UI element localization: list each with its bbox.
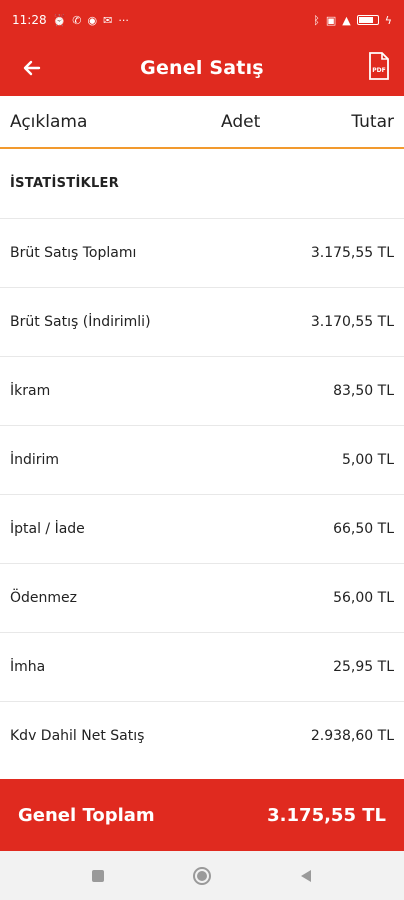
row-value: 25,95 TL (333, 659, 394, 675)
column-description: Açıklama (10, 111, 88, 132)
row-value: 3.175,55 TL (310, 245, 394, 261)
wifi-icon: ▲ (342, 13, 351, 27)
clock: 11:28 (12, 13, 47, 27)
statistics-list: Brüt Satış Toplamı 3.175,55 TL Brüt Satı… (0, 218, 404, 770)
grand-total-bar: Genel Toplam 3.175,55 TL (0, 779, 404, 851)
row-value: 3.170,55 TL (310, 314, 394, 330)
list-item: Ödenmez 56,00 TL (0, 563, 404, 632)
row-label: Kdv Dahil Net Satış (10, 728, 145, 744)
status-right: ᛒ ▣ ▲ ϟ (313, 14, 392, 27)
system-nav-bar (0, 851, 404, 900)
column-quantity: Adet (221, 111, 261, 132)
row-value: 5,00 TL (342, 452, 394, 468)
row-label: Brüt Satış Toplamı (10, 245, 137, 261)
grand-total-value: 3.175,55 TL (267, 804, 386, 826)
list-item: İmha 25,95 TL (0, 632, 404, 701)
list-item: Kdv Dahil Net Satış 2.938,60 TL (0, 701, 404, 770)
pdf-icon[interactable]: PDF (368, 52, 390, 80)
list-item: Brüt Satış (İndirimli) 3.170,55 TL (0, 287, 404, 356)
whatsapp-icon: ✆ (72, 13, 82, 27)
column-amount: Tutar (351, 111, 394, 132)
row-label: Ödenmez (10, 590, 77, 606)
section-title: İSTATİSTİKLER (10, 176, 120, 191)
list-item: Brüt Satış Toplamı 3.175,55 TL (0, 218, 404, 287)
list-item: İkram 83,50 TL (0, 356, 404, 425)
list-item: İptal / İade 66,50 TL (0, 494, 404, 563)
app-bar: Genel Satış PDF (0, 40, 404, 96)
row-label: İkram (10, 383, 51, 399)
pdf-label: PDF (372, 67, 385, 74)
home-icon[interactable] (190, 864, 214, 888)
column-header: Açıklama Adet Tutar (0, 96, 404, 149)
row-value: 66,50 TL (333, 521, 394, 537)
row-value: 83,50 TL (333, 383, 394, 399)
alarm-icon: ⏰ (52, 13, 67, 27)
recents-icon[interactable] (86, 864, 110, 888)
more-icon: ··· (118, 13, 129, 27)
charging-icon: ϟ (384, 13, 392, 27)
shield-icon: ◉ (87, 13, 98, 27)
back-arrow-icon[interactable] (18, 52, 46, 84)
status-bar: 11:28 ⏰ ✆ ◉ ✉ ··· ᛒ ▣ ▲ ϟ (0, 0, 404, 40)
grand-total-label: Genel Toplam (18, 804, 155, 826)
row-value: 2.938,60 TL (310, 728, 394, 744)
row-label: İmha (10, 659, 46, 675)
list-item: İndirim 5,00 TL (0, 425, 404, 494)
battery-icon (356, 15, 379, 25)
row-value: 56,00 TL (333, 590, 394, 606)
nfc-icon: ▣ (325, 13, 337, 27)
mail-icon: ✉ (103, 13, 113, 27)
row-label: Brüt Satış (İndirimli) (10, 314, 151, 330)
bluetooth-icon: ᛒ (313, 13, 320, 27)
row-label: İptal / İade (10, 521, 85, 537)
back-icon[interactable] (294, 864, 318, 888)
row-label: İndirim (10, 452, 60, 468)
status-left: 11:28 ⏰ ✆ ◉ ✉ ··· (12, 13, 129, 27)
page-title: Genel Satış (140, 57, 264, 79)
